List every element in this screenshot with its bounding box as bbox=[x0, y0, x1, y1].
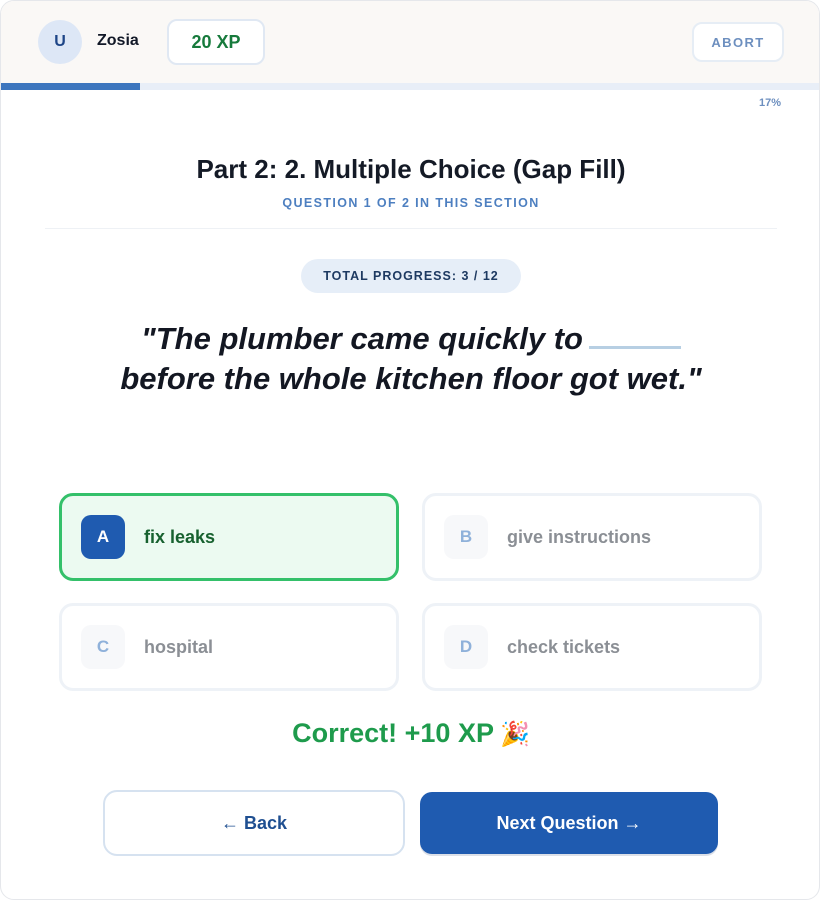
option-label: hospital bbox=[144, 636, 214, 657]
progress-bar-fill bbox=[1, 83, 141, 90]
avatar[interactable]: U bbox=[38, 20, 82, 64]
feedback-message: Correct! +10 XP 🎉 bbox=[1, 718, 819, 749]
option-b[interactable]: B give instructions bbox=[422, 493, 762, 581]
abort-button[interactable]: ABORT bbox=[692, 22, 784, 62]
option-a[interactable]: A fix leaks bbox=[59, 493, 399, 581]
section-subtitle: QUESTION 1 OF 2 IN THIS SECTION bbox=[282, 196, 540, 210]
quiz-card: U Zosia 20 XP ABORT 17% Part 2: 2. Multi… bbox=[0, 0, 820, 900]
xp-badge: 20 XP bbox=[167, 19, 265, 65]
option-letter: B bbox=[444, 515, 488, 559]
option-label: check tickets bbox=[507, 636, 621, 657]
progress-bar bbox=[1, 83, 819, 90]
option-c[interactable]: C hospital bbox=[59, 603, 399, 691]
next-question-button[interactable]: Next Question → bbox=[420, 792, 718, 854]
back-button[interactable]: ← Back bbox=[103, 790, 405, 856]
option-letter: A bbox=[81, 515, 125, 559]
option-letter: C bbox=[81, 625, 125, 669]
answer-gap bbox=[588, 325, 681, 349]
progress-percent: 17% bbox=[758, 97, 781, 109]
page-title: Part 2: 2. Multiple Choice (Gap Fill) bbox=[196, 154, 626, 184]
option-d[interactable]: D check tickets bbox=[422, 603, 762, 691]
top-bar: U Zosia 20 XP ABORT bbox=[1, 1, 819, 83]
question-text: "The plumber came quickly to before the … bbox=[101, 319, 721, 399]
option-label: give instructions bbox=[507, 526, 652, 547]
question-text-before-gap: "The plumber came quickly to bbox=[141, 321, 583, 356]
divider bbox=[45, 228, 777, 229]
option-label: fix leaks bbox=[144, 526, 216, 547]
question-text-after-gap: before the whole kitchen floor got wet." bbox=[120, 361, 702, 396]
total-progress-badge: TOTAL PROGRESS: 3 / 12 bbox=[301, 259, 521, 293]
feedback-text: Correct! +10 XP bbox=[292, 718, 494, 748]
party-popper-icon: 🎉 bbox=[499, 721, 530, 748]
username: Zosia bbox=[97, 32, 139, 49]
option-letter: D bbox=[444, 625, 488, 669]
